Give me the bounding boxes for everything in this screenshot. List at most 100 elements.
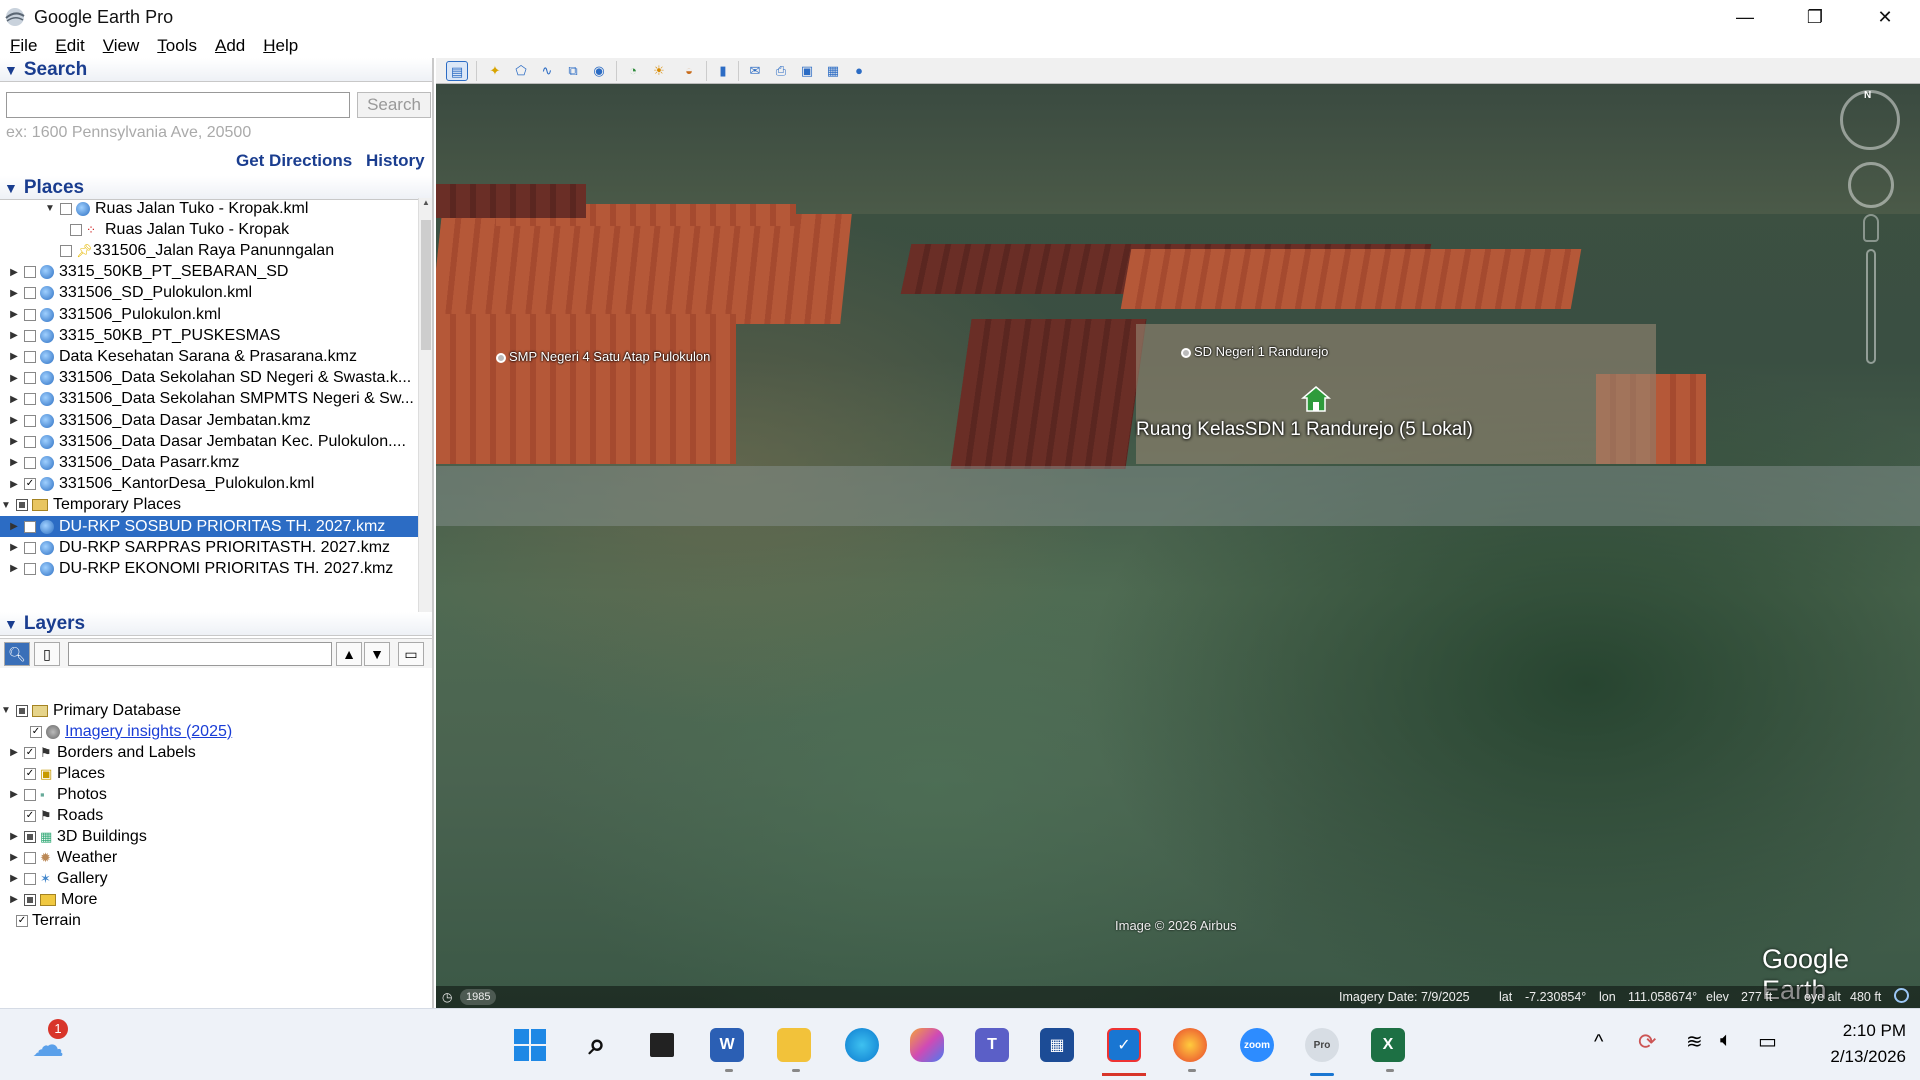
tree-row[interactable]: ▶ 331506_Data Sekolahan SMPMTS Negeri & S… <box>8 389 414 410</box>
expand-arrow-icon[interactable]: ▼ <box>0 500 12 511</box>
visibility-checkbox[interactable] <box>24 456 36 469</box>
open-folder-icon[interactable]: ▭ <box>398 642 424 666</box>
menu-add[interactable]: Add <box>215 36 245 56</box>
school-icon[interactable] <box>1301 384 1331 414</box>
search-input[interactable] <box>6 92 350 118</box>
scrollbar-thumb[interactable] <box>421 220 431 350</box>
close-button[interactable]: ✕ <box>1850 0 1920 34</box>
collapse-triangle-icon[interactable]: ▼ <box>4 62 18 78</box>
expand-arrow-icon[interactable]: ▶ <box>8 521 20 532</box>
zoom-app-icon[interactable]: zoom <box>1235 1023 1279 1067</box>
start-button[interactable] <box>508 1023 552 1067</box>
volume-icon[interactable]: 🔈︎ <box>1720 1029 1732 1052</box>
expand-arrow-icon[interactable]: ▶ <box>8 351 20 362</box>
visibility-checkbox[interactable] <box>60 244 72 257</box>
active-app-icon[interactable]: ✓ <box>1102 1023 1146 1067</box>
earth-gallery-icon[interactable]: ● <box>848 61 870 81</box>
search-panel-header[interactable]: ▼ Search <box>0 58 432 82</box>
expand-arrow-icon[interactable]: ▶ <box>8 873 20 884</box>
tree-row[interactable]: ▶ 3315_50KB_PT_PUSKESMAS <box>8 325 280 346</box>
tree-row[interactable]: ▶ ▪ Photos <box>8 784 107 805</box>
zoom-slider[interactable] <box>1866 249 1876 364</box>
visibility-checkbox[interactable] <box>24 872 36 885</box>
tree-row[interactable]: Imagery insights (2025) <box>14 721 232 742</box>
visibility-checkbox[interactable] <box>24 414 36 427</box>
expand-arrow-icon[interactable]: ▼ <box>44 203 56 214</box>
visibility-checkbox[interactable] <box>30 725 42 738</box>
visibility-checkbox[interactable] <box>24 541 36 554</box>
visibility-checkbox[interactable] <box>24 372 36 385</box>
move-joystick[interactable] <box>1848 162 1894 208</box>
expand-arrow-icon[interactable]: ▶ <box>8 747 20 758</box>
map-view[interactable]: SMP Negeri 4 Satu Atap Pulokulon SD Nege… <box>436 84 1920 1008</box>
layers-panel-header[interactable]: ▼ Layers <box>0 612 432 636</box>
scroll-up-arrow-icon[interactable]: ▲ <box>419 198 433 212</box>
firefox-icon[interactable] <box>1168 1023 1212 1067</box>
ruler-icon[interactable]: ▮ <box>712 61 734 81</box>
tree-row[interactable]: ▼ Ruas Jalan Tuko - Kropak.kml <box>44 198 308 219</box>
historical-imagery-icon[interactable]: ◔ <box>622 61 644 81</box>
maximize-button[interactable]: ❐ <box>1780 0 1850 34</box>
teams-app-icon[interactable]: T <box>970 1023 1014 1067</box>
tree-row[interactable]: ▶ 331506_Data Pasarr.kmz <box>8 452 239 473</box>
visibility-checkbox[interactable] <box>24 788 36 801</box>
search-button[interactable]: Search <box>357 92 431 118</box>
expand-arrow-icon[interactable]: ▶ <box>8 330 20 341</box>
visibility-checkbox[interactable] <box>60 202 72 215</box>
print-icon[interactable]: ⎙ <box>770 61 792 81</box>
tree-row[interactable]: ▶ DU-RKP EKONOMI PRIORITAS TH. 2027.kmz <box>8 558 393 579</box>
clock-time[interactable]: 2:10 PM <box>1806 1021 1906 1041</box>
tree-row[interactable]: ⁘ Ruas Jalan Tuko - Kropak <box>54 219 289 240</box>
visibility-checkbox[interactable] <box>24 520 36 533</box>
tree-row[interactable]: ▶ DU-RKP SARPRAS PRIORITASTH. 2027.kmz <box>8 537 390 558</box>
email-icon[interactable]: ✉ <box>744 61 766 81</box>
tree-row[interactable]: ▶ Data Kesehatan Sarana & Prasarana.kmz <box>8 346 357 367</box>
word-app-icon[interactable]: W <box>705 1023 749 1067</box>
visibility-checkbox[interactable] <box>24 329 36 342</box>
visibility-checkbox[interactable] <box>24 562 36 575</box>
placemark-smp[interactable]: SMP Negeri 4 Satu Atap Pulokulon <box>496 349 710 364</box>
menu-help[interactable]: Help <box>263 36 298 56</box>
visibility-checkbox[interactable] <box>24 478 36 491</box>
view-in-maps-icon[interactable]: ▦ <box>822 61 844 81</box>
collapse-triangle-icon[interactable]: ▼ <box>4 616 18 632</box>
get-directions-link[interactable]: Get Directions <box>236 151 352 171</box>
google-earth-taskbar-icon[interactable]: Pro <box>1300 1023 1344 1067</box>
sync-icon[interactable]: ⟳ <box>1638 1029 1656 1055</box>
sunlight-icon[interactable]: ☀ <box>648 61 670 81</box>
add-image-overlay-icon[interactable]: ⧉ <box>562 61 584 81</box>
tree-row[interactable]: ▶ ✹ Weather <box>8 847 117 868</box>
clock-date[interactable]: 2/13/2026 <box>1806 1047 1906 1067</box>
visibility-checkbox[interactable] <box>24 830 36 843</box>
history-link[interactable]: History <box>366 151 425 171</box>
tree-row[interactable]: ▶ 331506_Pulokulon.kml <box>8 304 221 325</box>
move-down-icon[interactable]: ▼ <box>364 642 390 666</box>
tree-row[interactable]: ▼ Primary Database <box>0 700 181 721</box>
expand-arrow-icon[interactable]: ▶ <box>8 288 20 299</box>
copilot-icon[interactable] <box>905 1023 949 1067</box>
tree-row[interactable]: ▶ ▦ 3D Buildings <box>8 826 147 847</box>
visibility-checkbox[interactable] <box>16 499 28 512</box>
add-placemark-icon[interactable]: ✦ <box>484 61 506 81</box>
visibility-checkbox[interactable] <box>24 308 36 321</box>
edge-browser-icon[interactable] <box>840 1023 884 1067</box>
visibility-checkbox[interactable] <box>24 809 36 822</box>
expand-arrow-icon[interactable]: ▶ <box>8 542 20 553</box>
search-places-icon[interactable]: 🔍︎ <box>4 642 30 666</box>
tree-row[interactable]: ▶ More <box>8 889 97 910</box>
menu-view[interactable]: View <box>103 36 140 56</box>
sidebar-toggle-icon[interactable]: ▤ <box>446 61 468 81</box>
tree-row[interactable]: ▣Places <box>8 763 105 784</box>
file-explorer-icon[interactable] <box>772 1023 816 1067</box>
historical-clock-icon[interactable]: ◷ <box>442 990 452 1004</box>
excel-app-icon[interactable]: X <box>1366 1023 1410 1067</box>
expand-arrow-icon[interactable]: ▶ <box>8 852 20 863</box>
expand-arrow-icon[interactable]: ▶ <box>8 479 20 490</box>
expand-arrow-icon[interactable]: ▶ <box>8 789 20 800</box>
tree-row[interactable]: ▶ DU-RKP SOSBUD PRIORITAS TH. 2027.kmz <box>0 516 418 537</box>
visibility-checkbox[interactable] <box>24 435 36 448</box>
tree-row[interactable]: ▶ ⚑ Borders and Labels <box>8 742 196 763</box>
minimize-button[interactable]: — <box>1710 0 1780 34</box>
visibility-checkbox[interactable] <box>24 767 36 780</box>
visibility-checkbox[interactable] <box>70 223 82 236</box>
